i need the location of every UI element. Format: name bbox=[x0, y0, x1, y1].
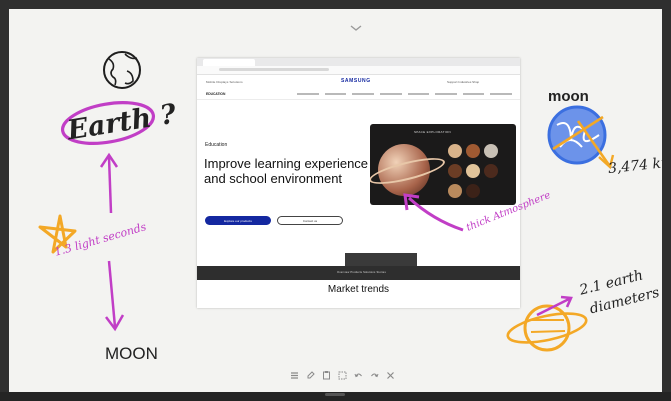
select-icon[interactable] bbox=[338, 370, 347, 380]
undo-icon[interactable] bbox=[354, 370, 363, 380]
clipboard-icon[interactable] bbox=[322, 370, 331, 380]
atmosphere-arrow bbox=[407, 196, 464, 232]
moon-sketch-icon bbox=[547, 105, 615, 170]
bezel-handle bbox=[325, 393, 345, 396]
globe-icon bbox=[103, 51, 141, 89]
moon-top-label: moon bbox=[548, 88, 589, 105]
display-bezel: Mobile Displays Solutions SAMSUNG Suppor… bbox=[0, 0, 671, 401]
arrow-up bbox=[107, 156, 113, 214]
redo-icon[interactable] bbox=[370, 370, 379, 380]
menu-icon[interactable] bbox=[290, 370, 299, 380]
saturn-sketch-icon bbox=[506, 295, 588, 352]
whiteboard-canvas[interactable]: Mobile Displays Solutions SAMSUNG Suppor… bbox=[9, 9, 662, 392]
close-icon[interactable] bbox=[386, 370, 395, 380]
pen-icon[interactable] bbox=[306, 370, 315, 380]
whiteboard-toolbar bbox=[290, 370, 395, 380]
moon-bottom-label: MOON bbox=[105, 344, 158, 363]
ink-annotations-layer[interactable] bbox=[9, 9, 662, 392]
arrow-down bbox=[107, 260, 117, 328]
